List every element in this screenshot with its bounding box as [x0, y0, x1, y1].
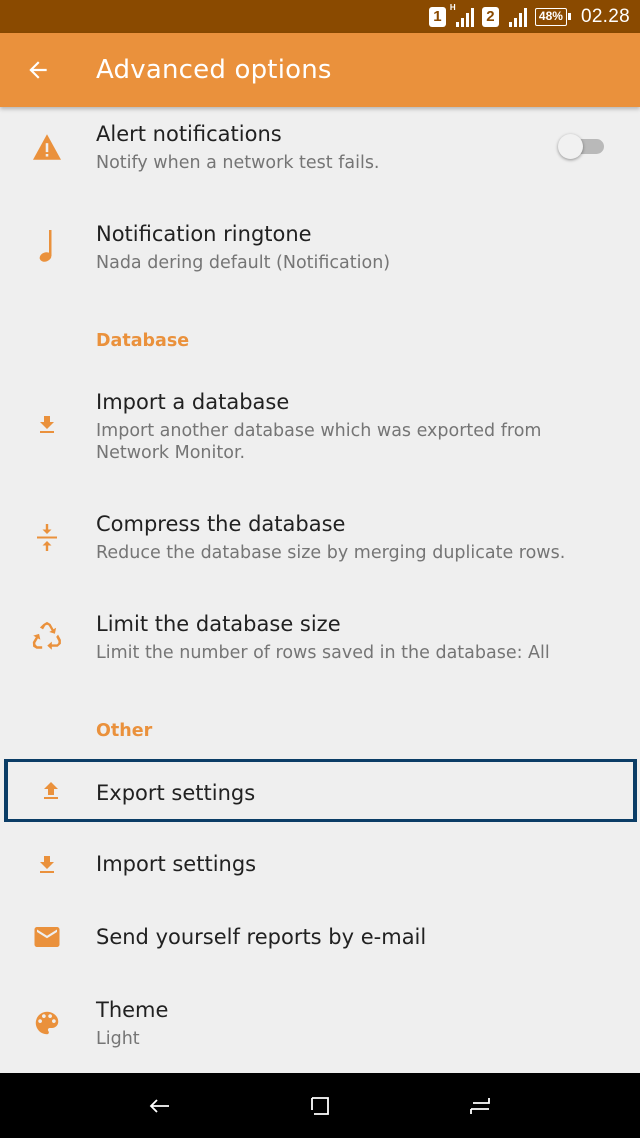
- settings-list: Alert notifications Notify when a networ…: [0, 107, 640, 1073]
- setting-summary: Nada dering default (Notification): [96, 253, 391, 273]
- setting-notification-ringtone[interactable]: Notification ringtone Nada dering defaul…: [0, 207, 640, 297]
- setting-title: Import a database: [96, 390, 290, 414]
- navigation-bar: [0, 1073, 640, 1138]
- nav-home-button[interactable]: [305, 1091, 335, 1121]
- nav-home-icon: [311, 1097, 329, 1115]
- app-bar: Advanced options: [0, 33, 640, 107]
- setting-summary: Notify when a network test fails.: [96, 153, 380, 173]
- setting-summary: Import another database which was export…: [96, 421, 542, 463]
- setting-title: Notification ringtone: [96, 222, 312, 246]
- setting-summary: Light: [96, 1029, 140, 1049]
- email-icon: [28, 918, 66, 956]
- signal-icon: H: [449, 2, 476, 28]
- setting-title: Theme: [96, 998, 169, 1022]
- warning-icon: [28, 128, 66, 166]
- palette-icon: [28, 1004, 66, 1042]
- section-header-database: Database: [96, 331, 190, 351]
- sim2-badge: 2: [481, 6, 499, 27]
- setting-title: Import settings: [96, 852, 257, 876]
- setting-import-database[interactable]: Import a database Import another databas…: [0, 375, 640, 479]
- setting-compress-database[interactable]: Compress the database Reduce the databas…: [0, 497, 640, 587]
- setting-summary: Reduce the database size by merging dupl…: [96, 543, 566, 563]
- download-icon: [28, 846, 66, 884]
- setting-title: Compress the database: [96, 512, 346, 536]
- setting-limit-database[interactable]: Limit the database size Limit the number…: [0, 597, 640, 687]
- setting-alert-notifications[interactable]: Alert notifications Notify when a networ…: [0, 107, 640, 197]
- upload-icon: [32, 772, 70, 810]
- back-button[interactable]: [18, 50, 58, 90]
- nav-recents-icon: [470, 1098, 490, 1114]
- battery-icon: 48%: [534, 7, 571, 26]
- compress-icon: [28, 519, 66, 557]
- setting-summary: Limit the number of rows saved in the da…: [96, 643, 550, 663]
- alert-notifications-toggle[interactable]: [558, 133, 606, 159]
- setting-send-reports[interactable]: Send yourself reports by e-mail: [0, 902, 640, 974]
- download-icon: [28, 406, 66, 444]
- page-title: Advanced options: [96, 55, 332, 85]
- setting-title: Alert notifications: [96, 122, 282, 146]
- recycle-icon: [28, 617, 66, 655]
- music-note-icon: [28, 227, 66, 265]
- status-bar: 1 H 2 48% 02.28: [0, 0, 640, 33]
- nav-back-icon: [149, 1099, 169, 1113]
- battery-level: 48%: [534, 7, 567, 26]
- setting-title: Export settings: [96, 781, 256, 805]
- section-header-other: Other: [96, 721, 153, 741]
- setting-title: Limit the database size: [96, 612, 341, 636]
- setting-theme[interactable]: Theme Light: [0, 977, 640, 1067]
- signal-icon: [505, 6, 529, 28]
- nav-back-button[interactable]: [145, 1091, 175, 1121]
- setting-title: Send yourself reports by e-mail: [96, 925, 427, 949]
- network-type-label: H: [449, 2, 456, 12]
- setting-import-settings[interactable]: Import settings: [0, 829, 640, 901]
- nav-recents-button[interactable]: [465, 1091, 495, 1121]
- sim1-badge: 1: [428, 6, 446, 27]
- arrow-left-icon: [29, 61, 47, 79]
- setting-export-settings[interactable]: Export settings: [4, 759, 637, 822]
- clock: 02.28: [580, 5, 630, 27]
